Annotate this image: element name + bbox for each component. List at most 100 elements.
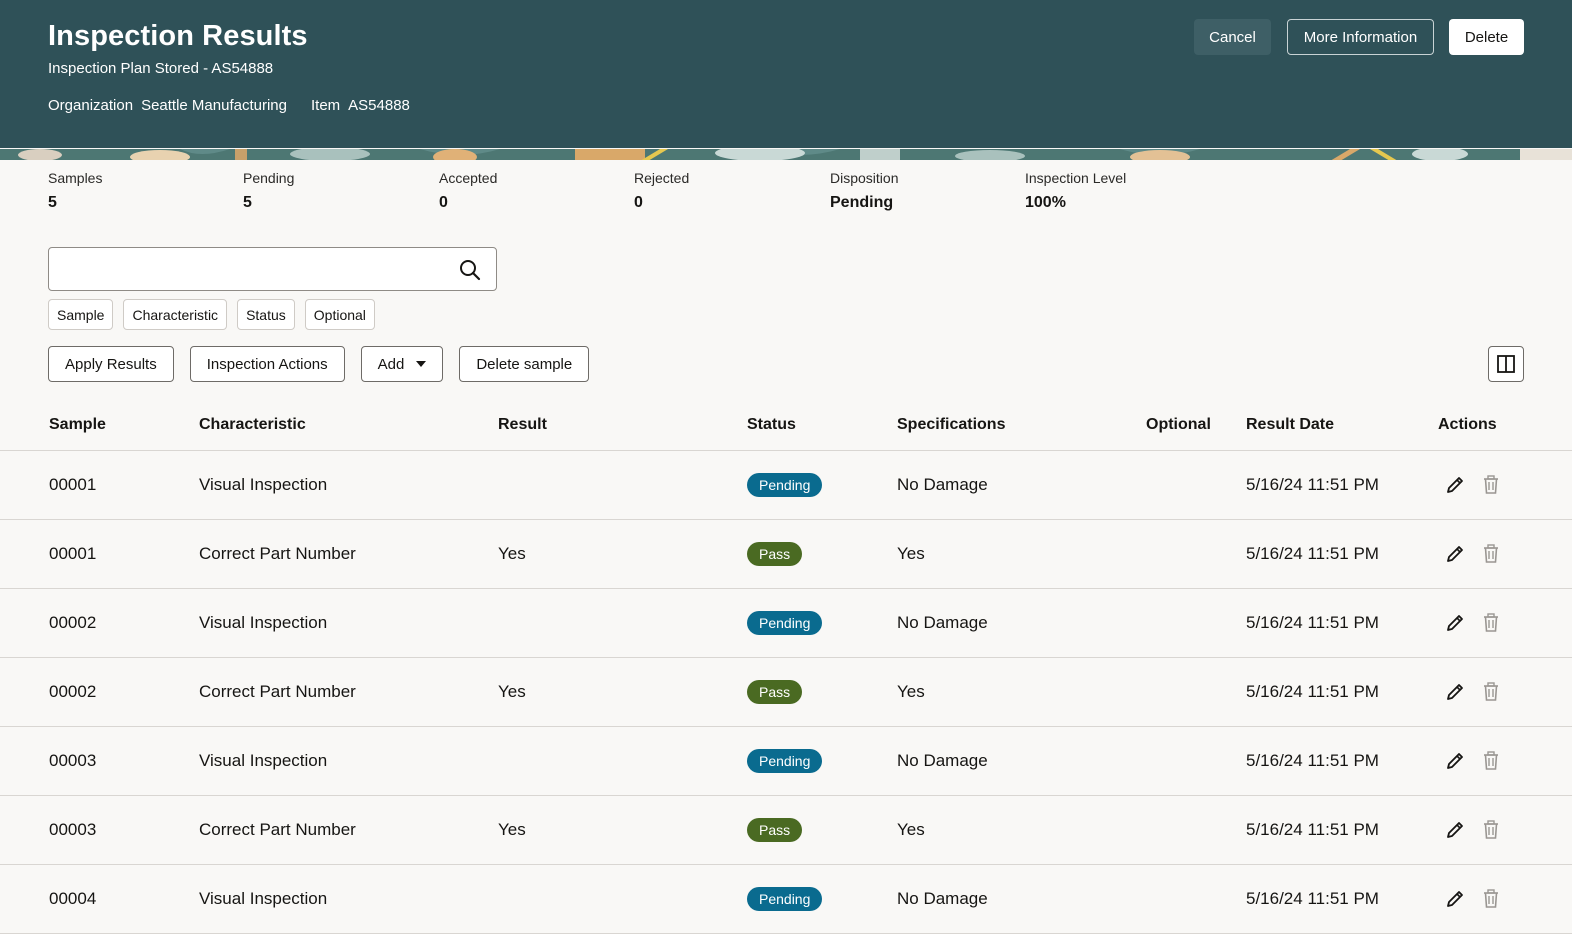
table-row[interactable]: 00004 Visual Inspection Pending No Damag…: [0, 865, 1572, 934]
table-row[interactable]: 00001 Visual Inspection Pending No Damag…: [0, 451, 1572, 520]
add-label: Add: [377, 355, 405, 373]
result-cell: Yes: [498, 682, 526, 701]
item-label: Item: [310, 97, 341, 114]
column-header-sample[interactable]: Sample: [49, 416, 106, 434]
results-table: Sample Characteristic Result Status Spec…: [0, 400, 1572, 934]
stat-value: 100%: [1025, 194, 1066, 211]
stat-label: Samples: [48, 170, 103, 186]
item-value: AS54888: [348, 97, 410, 114]
column-header-result-date[interactable]: Result Date: [1246, 416, 1334, 434]
trash-icon[interactable]: [1480, 612, 1502, 634]
sample-cell: 00002: [49, 682, 97, 701]
pencil-icon[interactable]: [1444, 681, 1466, 703]
sample-cell: 00001: [49, 544, 97, 563]
column-header-optional[interactable]: Optional: [1146, 416, 1211, 434]
trash-icon[interactable]: [1480, 543, 1502, 565]
column-header-status[interactable]: Status: [747, 416, 796, 434]
pencil-icon[interactable]: [1444, 612, 1466, 634]
result-cell: Yes: [498, 820, 526, 839]
filter-chip-characteristic[interactable]: Characteristic: [123, 299, 228, 330]
table-row[interactable]: 00003 Correct Part Number Yes Pass Yes 5…: [0, 796, 1572, 865]
caret-down-icon: [416, 361, 427, 367]
search-input[interactable]: [59, 256, 453, 284]
sample-cell: 00003: [49, 751, 97, 770]
status-badge: Pass: [747, 818, 803, 842]
characteristic-cell: Visual Inspection: [199, 613, 328, 632]
status-badge: Pending: [747, 887, 823, 911]
stat-value: 5: [48, 194, 57, 211]
result-date-cell: 5/16/24 11:51 PM: [1246, 751, 1379, 770]
characteristic-cell: Correct Part Number: [199, 682, 356, 701]
stat-label: Inspection Level: [1025, 170, 1127, 186]
stat-label: Pending: [243, 170, 295, 186]
summary-stats: Samples 5 Pending 5 Accepted 0 Rejected …: [0, 170, 1572, 220]
stat-label: Disposition: [830, 170, 899, 186]
stat-label: Accepted: [439, 170, 498, 186]
characteristic-cell: Correct Part Number: [199, 820, 356, 839]
trash-icon[interactable]: [1480, 819, 1502, 841]
delete-button[interactable]: Delete: [1449, 19, 1524, 55]
stat-label: Rejected: [634, 170, 690, 186]
status-badge: Pending: [747, 611, 823, 635]
pencil-icon[interactable]: [1444, 888, 1466, 910]
characteristic-cell: Visual Inspection: [199, 889, 328, 908]
filter-chip-sample[interactable]: Sample: [48, 299, 114, 330]
table-toolbar: Apply Results Inspection Actions Add Del…: [48, 346, 590, 382]
filter-chips: Sample Characteristic Status Optional: [48, 299, 375, 330]
pencil-icon[interactable]: [1444, 543, 1466, 565]
specification-cell: No Damage: [897, 475, 988, 494]
status-badge: Pass: [747, 680, 803, 704]
stat-value: Pending: [830, 194, 894, 211]
stat-rejected: Rejected 0: [634, 170, 689, 212]
trash-icon[interactable]: [1480, 750, 1502, 772]
result-date-cell: 5/16/24 11:51 PM: [1246, 682, 1379, 701]
pencil-icon[interactable]: [1444, 474, 1466, 496]
apply-results-button[interactable]: Apply Results: [48, 346, 174, 382]
organization-label: Organization: [48, 97, 134, 114]
organization-value: Seattle Manufacturing: [141, 97, 287, 114]
result-date-cell: 5/16/24 11:51 PM: [1246, 820, 1379, 839]
status-badge: Pending: [747, 473, 823, 497]
status-badge: Pass: [747, 542, 803, 566]
trash-icon[interactable]: [1480, 888, 1502, 910]
table-row[interactable]: 00003 Visual Inspection Pending No Damag…: [0, 727, 1572, 796]
specification-cell: Yes: [897, 544, 925, 563]
more-information-button[interactable]: More Information: [1287, 19, 1434, 55]
table-row[interactable]: 00001 Correct Part Number Yes Pass Yes 5…: [0, 520, 1572, 589]
inspection-actions-button[interactable]: Inspection Actions: [189, 346, 345, 382]
header-meta: Organization Seattle Manufacturing Item …: [48, 97, 434, 114]
column-header-actions: Actions: [1438, 416, 1497, 433]
cancel-button[interactable]: Cancel: [1194, 19, 1271, 55]
column-header-specifications[interactable]: Specifications: [897, 416, 1005, 434]
result-cell: Yes: [498, 544, 526, 563]
status-badge: Pending: [747, 749, 823, 773]
characteristic-cell: Correct Part Number: [199, 544, 356, 563]
sample-cell: 00001: [49, 475, 97, 494]
filter-chip-status[interactable]: Status: [237, 299, 295, 330]
add-menu-button[interactable]: Add: [360, 346, 444, 382]
table-header: Sample Characteristic Result Status Spec…: [0, 400, 1572, 451]
characteristic-cell: Visual Inspection: [199, 751, 328, 770]
delete-sample-button[interactable]: Delete sample: [459, 346, 590, 382]
table-row[interactable]: 00002 Visual Inspection Pending No Damag…: [0, 589, 1572, 658]
result-date-cell: 5/16/24 11:51 PM: [1246, 613, 1379, 632]
columns-icon: [1497, 355, 1515, 373]
column-header-result[interactable]: Result: [498, 416, 547, 434]
pencil-icon[interactable]: [1444, 819, 1466, 841]
specification-cell: Yes: [897, 820, 925, 839]
characteristic-cell: Visual Inspection: [199, 475, 328, 494]
column-header-characteristic[interactable]: Characteristic: [199, 416, 306, 434]
result-date-cell: 5/16/24 11:51 PM: [1246, 475, 1379, 494]
sample-cell: 00003: [49, 820, 97, 839]
trash-icon[interactable]: [1480, 474, 1502, 496]
stat-value: 5: [243, 194, 252, 211]
specification-cell: No Damage: [897, 889, 988, 908]
filter-chip-optional[interactable]: Optional: [304, 299, 375, 330]
pencil-icon[interactable]: [1444, 750, 1466, 772]
search-field[interactable]: [48, 247, 497, 291]
table-row[interactable]: 00002 Correct Part Number Yes Pass Yes 5…: [0, 658, 1572, 727]
columns-toggle-button[interactable]: [1488, 346, 1524, 382]
trash-icon[interactable]: [1480, 681, 1502, 703]
stat-samples: Samples 5: [48, 170, 102, 212]
search-icon[interactable]: [458, 258, 482, 282]
